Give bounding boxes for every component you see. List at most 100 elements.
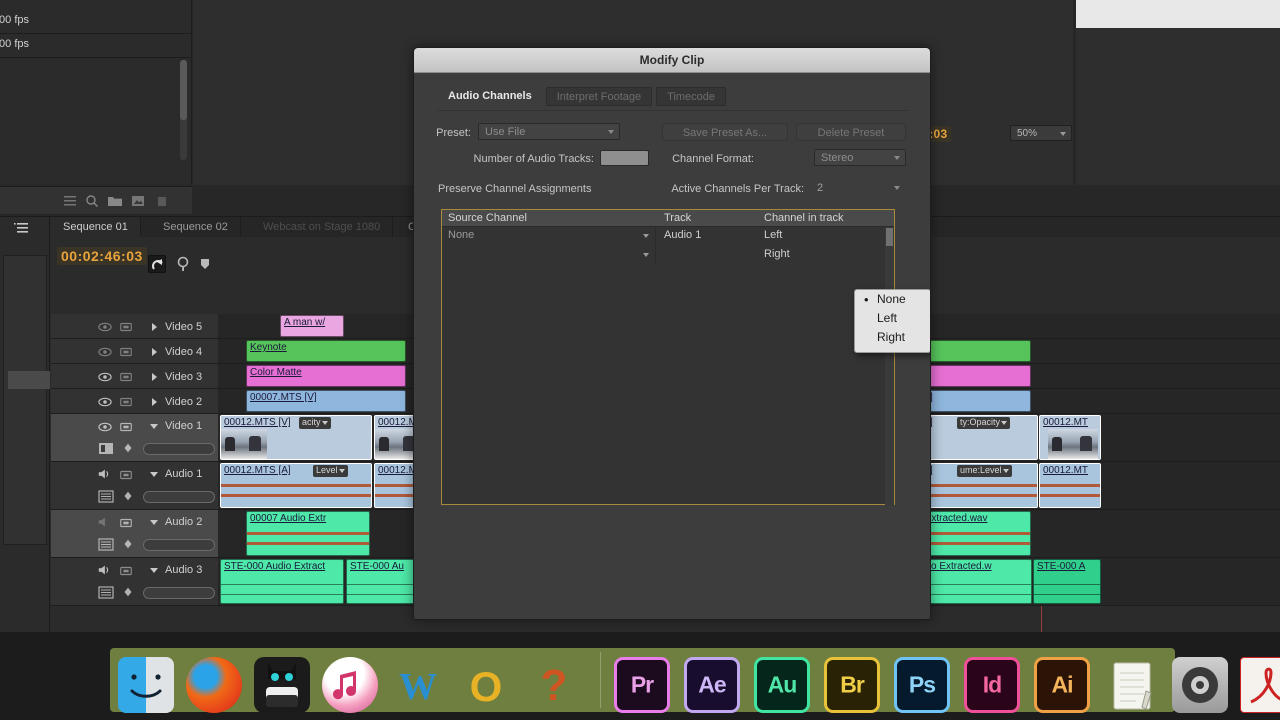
source-channel-dropdown-row-2[interactable] <box>442 246 656 265</box>
clip[interactable] <box>916 340 1031 362</box>
track-fx-pill[interactable] <box>143 491 215 503</box>
tab-sequence-02[interactable]: Sequence 02 <box>151 217 241 237</box>
dock-item-system-preferences[interactable] <box>1172 657 1228 713</box>
linked-selection-icon[interactable] <box>174 255 192 273</box>
lock-icon[interactable] <box>119 396 133 408</box>
tab-interpret-footage[interactable]: Interpret Footage <box>545 87 653 106</box>
speaker-icon[interactable] <box>97 468 111 480</box>
eye-icon[interactable] <box>98 346 112 358</box>
dock-item-finder[interactable] <box>118 657 174 713</box>
track-header-video-3[interactable]: Video 3 <box>51 364 218 389</box>
clip[interactable]: 00012.MT <box>1039 415 1101 460</box>
tab-sequence-01[interactable]: Sequence 01 <box>51 217 141 237</box>
menu-item-left[interactable]: Left <box>855 309 930 328</box>
menu-item-none[interactable]: None <box>855 290 930 309</box>
clip[interactable]: 00012.MT <box>1039 463 1101 508</box>
clip[interactable]: TS [V] <box>916 390 1031 412</box>
keyframe-icon[interactable] <box>121 442 135 454</box>
menu-item-right[interactable]: Right <box>855 328 930 347</box>
dock-item-indesign[interactable]: Id <box>964 657 1020 713</box>
dock-item-unknown[interactable]: ? <box>526 657 582 713</box>
lock-icon[interactable] <box>119 346 133 358</box>
table-row[interactable]: Right <box>442 246 894 265</box>
channel-format-dropdown[interactable]: Stereo <box>814 149 906 166</box>
eye-icon[interactable] <box>98 321 112 333</box>
source-panel-scrollbar[interactable] <box>180 60 187 160</box>
tab-webcast[interactable]: Webcast on Stage 1080 <box>251 217 394 237</box>
track-header-audio-1[interactable]: Audio 1 <box>51 462 218 510</box>
lock-icon[interactable] <box>119 469 133 481</box>
dock-item-itunes[interactable] <box>322 657 378 713</box>
preserve-channel-assignments-label[interactable]: Preserve Channel Assignments <box>414 183 604 195</box>
dock-item-illustrator[interactable]: Ai <box>1034 657 1090 713</box>
clip[interactable]: tte <box>916 365 1031 387</box>
clip[interactable]: TS [A] ume:Level <box>916 463 1038 508</box>
clip[interactable]: STE-000 Audio Extract <box>220 559 344 604</box>
eye-icon[interactable] <box>98 371 112 383</box>
clip[interactable]: Audio Extracted.w <box>916 559 1032 604</box>
tab-timecode[interactable]: Timecode <box>656 87 727 106</box>
snap-toggle-icon[interactable] <box>148 255 166 273</box>
zoom-level-dropdown[interactable]: 50% <box>1010 125 1072 141</box>
clip[interactable]: STE-000 A <box>1033 559 1101 604</box>
dock-item-acrobat[interactable] <box>1240 657 1280 713</box>
save-preset-button[interactable]: Save Preset As... <box>662 123 788 141</box>
dock-item-word[interactable]: W <box>390 657 446 713</box>
preset-dropdown[interactable]: Use File <box>478 123 620 140</box>
dock-item-photoshop[interactable]: Ps <box>894 657 950 713</box>
folder-icon[interactable] <box>108 194 122 208</box>
track-fx-pill[interactable] <box>143 443 215 455</box>
lock-icon[interactable] <box>119 421 133 433</box>
dock-item-premiere-pro[interactable]: Pr <box>614 657 670 713</box>
lock-icon[interactable] <box>119 565 133 577</box>
list-icon[interactable] <box>64 194 78 208</box>
track-fx-pill[interactable] <box>143 587 215 599</box>
waveform-display-icon[interactable] <box>98 586 114 599</box>
active-channels-dropdown[interactable]: 2 <box>810 179 906 196</box>
video-display-icon[interactable] <box>98 442 114 455</box>
channel-mapping-table[interactable]: Source Channel Track Channel in track No… <box>441 209 895 506</box>
dock-item-audition[interactable]: Au <box>754 657 810 713</box>
speaker-muted-icon[interactable] <box>97 516 111 528</box>
speaker-icon[interactable] <box>97 564 111 576</box>
clip[interactable]: 00012.MTS [A] Level <box>220 463 372 508</box>
track-header-video-4[interactable]: Video 4 <box>51 339 218 364</box>
lock-icon[interactable] <box>119 517 133 529</box>
source-channel-popup-menu[interactable]: None Left Right <box>854 289 930 353</box>
trash-icon[interactable] <box>155 194 169 208</box>
track-header-audio-3[interactable]: Audio 3 <box>51 558 218 606</box>
keyframe-icon[interactable] <box>121 490 135 502</box>
track-header-video-1[interactable]: Video 1 <box>51 414 218 462</box>
lock-icon[interactable] <box>119 321 133 333</box>
eye-icon[interactable] <box>98 421 112 433</box>
clip[interactable]: 00007.MTS [V] <box>246 390 406 412</box>
clip[interactable]: STE-000 Au <box>346 559 418 604</box>
track-disclosure-icon[interactable] <box>152 373 157 381</box>
search-icon[interactable] <box>85 194 99 208</box>
track-header-video-2[interactable]: Video 2 <box>51 389 218 414</box>
dock-item-handbrake[interactable] <box>254 657 310 713</box>
table-vertical-scrollbar[interactable] <box>885 227 894 506</box>
track-disclosure-icon[interactable] <box>150 424 158 429</box>
clip[interactable]: A man w/ <box>280 315 344 337</box>
keyframe-icon[interactable] <box>121 586 135 598</box>
lock-icon[interactable] <box>119 371 133 383</box>
tab-audio-channels[interactable]: Audio Channels <box>438 87 542 106</box>
dock-item-after-effects[interactable]: Ae <box>684 657 740 713</box>
dock-item-bridge[interactable]: Br <box>824 657 880 713</box>
table-row[interactable]: None Audio 1 Left <box>442 227 894 246</box>
new-item-icon[interactable] <box>131 194 145 208</box>
clip[interactable]: 00012.MTS [V] acity <box>220 415 372 460</box>
track-disclosure-icon[interactable] <box>150 568 158 573</box>
clip[interactable]: TS [V] ty:Opacity <box>916 415 1038 460</box>
dock-item-opera[interactable]: O <box>458 657 514 713</box>
keyframe-icon[interactable] <box>121 538 135 550</box>
timeline-track-selector[interactable] <box>3 255 50 545</box>
clip[interactable]: Color Matte <box>246 365 406 387</box>
waveform-display-icon[interactable] <box>98 490 114 503</box>
panel-menu-icon[interactable] <box>14 223 30 234</box>
track-fx-pill[interactable] <box>143 539 215 551</box>
dock-item-textedit[interactable] <box>1104 657 1160 713</box>
track-header-video-5[interactable]: Video 5 <box>51 314 218 339</box>
marker-icon[interactable] <box>196 255 214 273</box>
